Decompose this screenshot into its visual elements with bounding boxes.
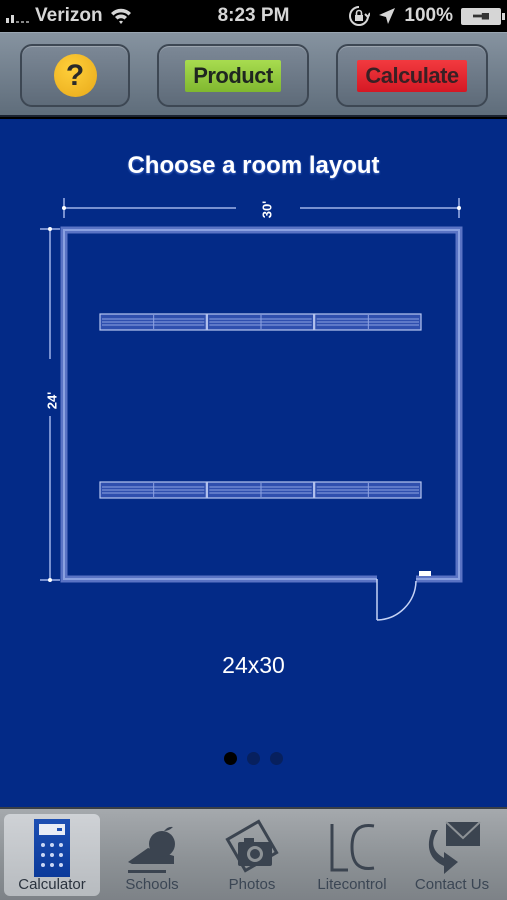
mail-forward-icon — [428, 821, 481, 874]
help-button[interactable]: ? — [20, 44, 130, 107]
help-icon: ? — [53, 54, 97, 97]
tab-calculator[interactable]: Calculator — [4, 814, 100, 896]
tab-contact-us[interactable]: Contact Us — [404, 814, 500, 896]
rotation-lock-icon — [349, 6, 371, 26]
tab-label: Photos — [228, 876, 276, 893]
tab-label: Litecontrol — [317, 876, 387, 893]
room-walls — [60, 226, 463, 583]
light-fixture — [99, 481, 207, 499]
tab-label: Calculator — [18, 876, 86, 893]
height-label: 24' — [44, 391, 60, 410]
door — [376, 579, 417, 621]
tab-bar: Calculator Schools Photos Litecontrol Co… — [0, 807, 507, 900]
tab-label: Schools — [125, 876, 179, 893]
tab-photos[interactable]: Photos — [204, 814, 300, 896]
page-dot[interactable] — [247, 752, 260, 765]
light-fixture — [314, 481, 422, 499]
calculator-icon — [34, 819, 70, 877]
calculate-label: Calculate — [357, 59, 467, 92]
product-button[interactable]: Product — [157, 44, 309, 107]
lc-logo-icon — [330, 823, 375, 872]
room-floorplan[interactable] — [0, 119, 507, 807]
schools-icon — [128, 826, 175, 873]
light-fixture — [99, 313, 207, 331]
camera-icon — [225, 819, 279, 873]
light-fixture — [206, 481, 315, 499]
product-label: Product — [185, 59, 281, 92]
calculate-button[interactable]: Calculate — [336, 44, 488, 107]
width-label: 30' — [259, 200, 275, 219]
page-dot[interactable] — [270, 752, 283, 765]
tab-litecontrol[interactable]: Litecontrol — [304, 814, 400, 896]
layout-size-label: 24x30 — [222, 652, 285, 678]
toolbar: ? Product Calculate — [0, 32, 507, 117]
room-layout-carousel[interactable]: Choose a room layout 30' 24' 24x30 — [0, 119, 507, 807]
battery-charging-icon — [461, 7, 505, 25]
light-fixture — [314, 313, 422, 331]
page-dot[interactable] — [224, 752, 237, 765]
tab-label: Contact Us — [414, 876, 490, 893]
page-indicator[interactable] — [0, 752, 507, 765]
location-icon — [379, 8, 396, 24]
light-switch — [419, 571, 431, 576]
tab-schools[interactable]: Schools — [104, 814, 200, 896]
battery-percent: 100% — [404, 5, 453, 26]
light-fixture — [206, 313, 315, 331]
status-bar: Verizon 8:23 PM 100% — [0, 0, 507, 32]
